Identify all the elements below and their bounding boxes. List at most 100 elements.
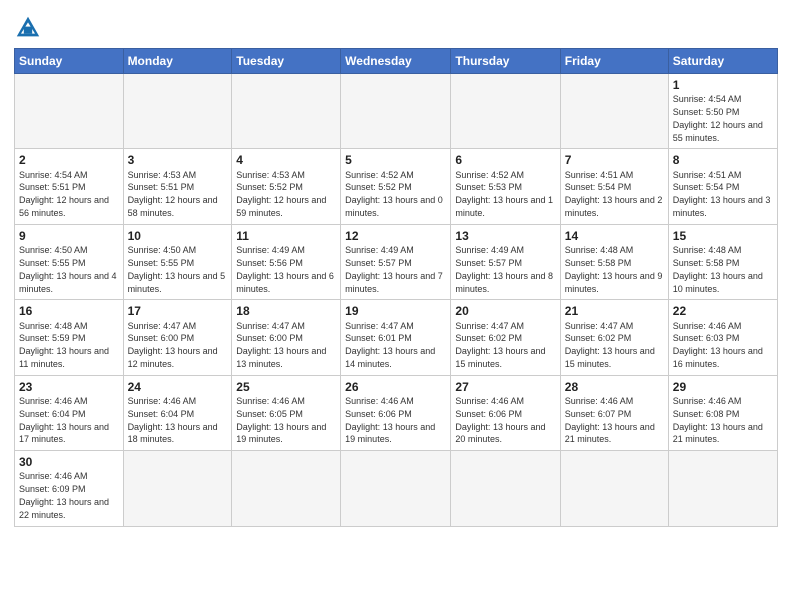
day-number: 6: [455, 152, 555, 168]
day-cell: 7 Sunrise: 4:51 AM Sunset: 5:54 PM Daylig…: [560, 149, 668, 224]
weekday-header-friday: Friday: [560, 49, 668, 74]
day-number: 13: [455, 228, 555, 244]
weekday-header-thursday: Thursday: [451, 49, 560, 74]
day-number: 26: [345, 379, 446, 395]
calendar: SundayMondayTuesdayWednesdayThursdayFrid…: [14, 48, 778, 527]
day-number: 25: [236, 379, 336, 395]
day-info: Sunrise: 4:51 AM Sunset: 5:54 PM Dayligh…: [565, 170, 663, 218]
day-number: 11: [236, 228, 336, 244]
day-info: Sunrise: 4:48 AM Sunset: 5:59 PM Dayligh…: [19, 321, 109, 369]
day-info: Sunrise: 4:46 AM Sunset: 6:05 PM Dayligh…: [236, 396, 326, 444]
day-cell: 26Sunrise: 4:46 AM Sunset: 6:06 PM Dayli…: [341, 375, 451, 450]
day-number: 30: [19, 454, 119, 470]
day-cell: 14Sunrise: 4:48 AM Sunset: 5:58 PM Dayli…: [560, 224, 668, 299]
day-cell: [232, 451, 341, 526]
day-cell: [15, 74, 124, 149]
day-info: Sunrise: 4:47 AM Sunset: 6:02 PM Dayligh…: [455, 321, 545, 369]
weekday-header-row: SundayMondayTuesdayWednesdayThursdayFrid…: [15, 49, 778, 74]
day-cell: [668, 451, 777, 526]
day-info: Sunrise: 4:46 AM Sunset: 6:03 PM Dayligh…: [673, 321, 763, 369]
day-cell: 29Sunrise: 4:46 AM Sunset: 6:08 PM Dayli…: [668, 375, 777, 450]
day-info: Sunrise: 4:52 AM Sunset: 5:52 PM Dayligh…: [345, 170, 443, 218]
day-number: 21: [565, 303, 664, 319]
day-cell: 30Sunrise: 4:46 AM Sunset: 6:09 PM Dayli…: [15, 451, 124, 526]
day-cell: [341, 74, 451, 149]
weekday-header-tuesday: Tuesday: [232, 49, 341, 74]
day-cell: 8 Sunrise: 4:51 AM Sunset: 5:54 PM Daylig…: [668, 149, 777, 224]
day-info: Sunrise: 4:53 AM Sunset: 5:51 PM Dayligh…: [128, 170, 218, 218]
day-number: 28: [565, 379, 664, 395]
day-number: 17: [128, 303, 228, 319]
day-number: 22: [673, 303, 773, 319]
day-info: Sunrise: 4:51 AM Sunset: 5:54 PM Dayligh…: [673, 170, 771, 218]
day-number: 27: [455, 379, 555, 395]
day-info: Sunrise: 4:49 AM Sunset: 5:56 PM Dayligh…: [236, 245, 334, 293]
day-info: Sunrise: 4:47 AM Sunset: 6:00 PM Dayligh…: [128, 321, 218, 369]
day-info: Sunrise: 4:52 AM Sunset: 5:53 PM Dayligh…: [455, 170, 553, 218]
day-info: Sunrise: 4:47 AM Sunset: 6:01 PM Dayligh…: [345, 321, 435, 369]
week-row-4: 16 Sunrise: 4:48 AM Sunset: 5:59 PM Dayli…: [15, 300, 778, 375]
day-info: Sunrise: 4:46 AM Sunset: 6:04 PM Dayligh…: [128, 396, 218, 444]
day-cell: 9Sunrise: 4:50 AM Sunset: 5:55 PM Daylig…: [15, 224, 124, 299]
day-cell: 18Sunrise: 4:47 AM Sunset: 6:00 PM Dayli…: [232, 300, 341, 375]
day-info: Sunrise: 4:46 AM Sunset: 6:07 PM Dayligh…: [565, 396, 655, 444]
week-row-2: 2 Sunrise: 4:54 AM Sunset: 5:51 PM Daylig…: [15, 149, 778, 224]
day-cell: [560, 74, 668, 149]
page: SundayMondayTuesdayWednesdayThursdayFrid…: [0, 0, 792, 612]
day-cell: 10Sunrise: 4:50 AM Sunset: 5:55 PM Dayli…: [123, 224, 232, 299]
day-cell: [560, 451, 668, 526]
header: [14, 10, 778, 42]
day-number: 4: [236, 152, 336, 168]
day-info: Sunrise: 4:48 AM Sunset: 5:58 PM Dayligh…: [565, 245, 663, 293]
weekday-header-saturday: Saturday: [668, 49, 777, 74]
day-cell: 16 Sunrise: 4:48 AM Sunset: 5:59 PM Dayli…: [15, 300, 124, 375]
day-cell: [232, 74, 341, 149]
day-number: 9: [19, 228, 119, 244]
day-info: Sunrise: 4:46 AM Sunset: 6:08 PM Dayligh…: [673, 396, 763, 444]
day-number: 18: [236, 303, 336, 319]
day-number: 20: [455, 303, 555, 319]
day-info: Sunrise: 4:46 AM Sunset: 6:06 PM Dayligh…: [455, 396, 545, 444]
day-cell: 28Sunrise: 4:46 AM Sunset: 6:07 PM Dayli…: [560, 375, 668, 450]
day-cell: [451, 74, 560, 149]
day-cell: 13Sunrise: 4:49 AM Sunset: 5:57 PM Dayli…: [451, 224, 560, 299]
week-row-1: 1Sunrise: 4:54 AM Sunset: 5:50 PM Daylig…: [15, 74, 778, 149]
day-cell: 24Sunrise: 4:46 AM Sunset: 6:04 PM Dayli…: [123, 375, 232, 450]
day-number: 8: [673, 152, 773, 168]
day-cell: 11Sunrise: 4:49 AM Sunset: 5:56 PM Dayli…: [232, 224, 341, 299]
day-info: Sunrise: 4:53 AM Sunset: 5:52 PM Dayligh…: [236, 170, 326, 218]
day-cell: 3 Sunrise: 4:53 AM Sunset: 5:51 PM Daylig…: [123, 149, 232, 224]
week-row-5: 23Sunrise: 4:46 AM Sunset: 6:04 PM Dayli…: [15, 375, 778, 450]
day-number: 1: [673, 77, 773, 93]
day-cell: 25Sunrise: 4:46 AM Sunset: 6:05 PM Dayli…: [232, 375, 341, 450]
day-cell: 21Sunrise: 4:47 AM Sunset: 6:02 PM Dayli…: [560, 300, 668, 375]
day-cell: 2 Sunrise: 4:54 AM Sunset: 5:51 PM Daylig…: [15, 149, 124, 224]
day-info: Sunrise: 4:50 AM Sunset: 5:55 PM Dayligh…: [128, 245, 226, 293]
day-number: 2: [19, 152, 119, 168]
day-number: 10: [128, 228, 228, 244]
day-info: Sunrise: 4:48 AM Sunset: 5:58 PM Dayligh…: [673, 245, 763, 293]
day-number: 5: [345, 152, 446, 168]
logo-icon: [14, 14, 42, 42]
day-info: Sunrise: 4:54 AM Sunset: 5:51 PM Dayligh…: [19, 170, 109, 218]
day-number: 3: [128, 152, 228, 168]
day-cell: 17 Sunrise: 4:47 AM Sunset: 6:00 PM Dayli…: [123, 300, 232, 375]
day-number: 7: [565, 152, 664, 168]
day-number: 14: [565, 228, 664, 244]
day-info: Sunrise: 4:46 AM Sunset: 6:06 PM Dayligh…: [345, 396, 435, 444]
day-cell: 22 Sunrise: 4:46 AM Sunset: 6:03 PM Dayli…: [668, 300, 777, 375]
day-number: 12: [345, 228, 446, 244]
week-row-6: 30Sunrise: 4:46 AM Sunset: 6:09 PM Dayli…: [15, 451, 778, 526]
day-cell: 27Sunrise: 4:46 AM Sunset: 6:06 PM Dayli…: [451, 375, 560, 450]
day-info: Sunrise: 4:54 AM Sunset: 5:50 PM Dayligh…: [673, 94, 763, 142]
weekday-header-monday: Monday: [123, 49, 232, 74]
day-number: 15: [673, 228, 773, 244]
day-info: Sunrise: 4:46 AM Sunset: 6:04 PM Dayligh…: [19, 396, 109, 444]
day-cell: [123, 451, 232, 526]
day-number: 19: [345, 303, 446, 319]
day-number: 16: [19, 303, 119, 319]
day-cell: 15Sunrise: 4:48 AM Sunset: 5:58 PM Dayli…: [668, 224, 777, 299]
logo: [14, 14, 44, 42]
day-cell: 12Sunrise: 4:49 AM Sunset: 5:57 PM Dayli…: [341, 224, 451, 299]
day-number: 23: [19, 379, 119, 395]
